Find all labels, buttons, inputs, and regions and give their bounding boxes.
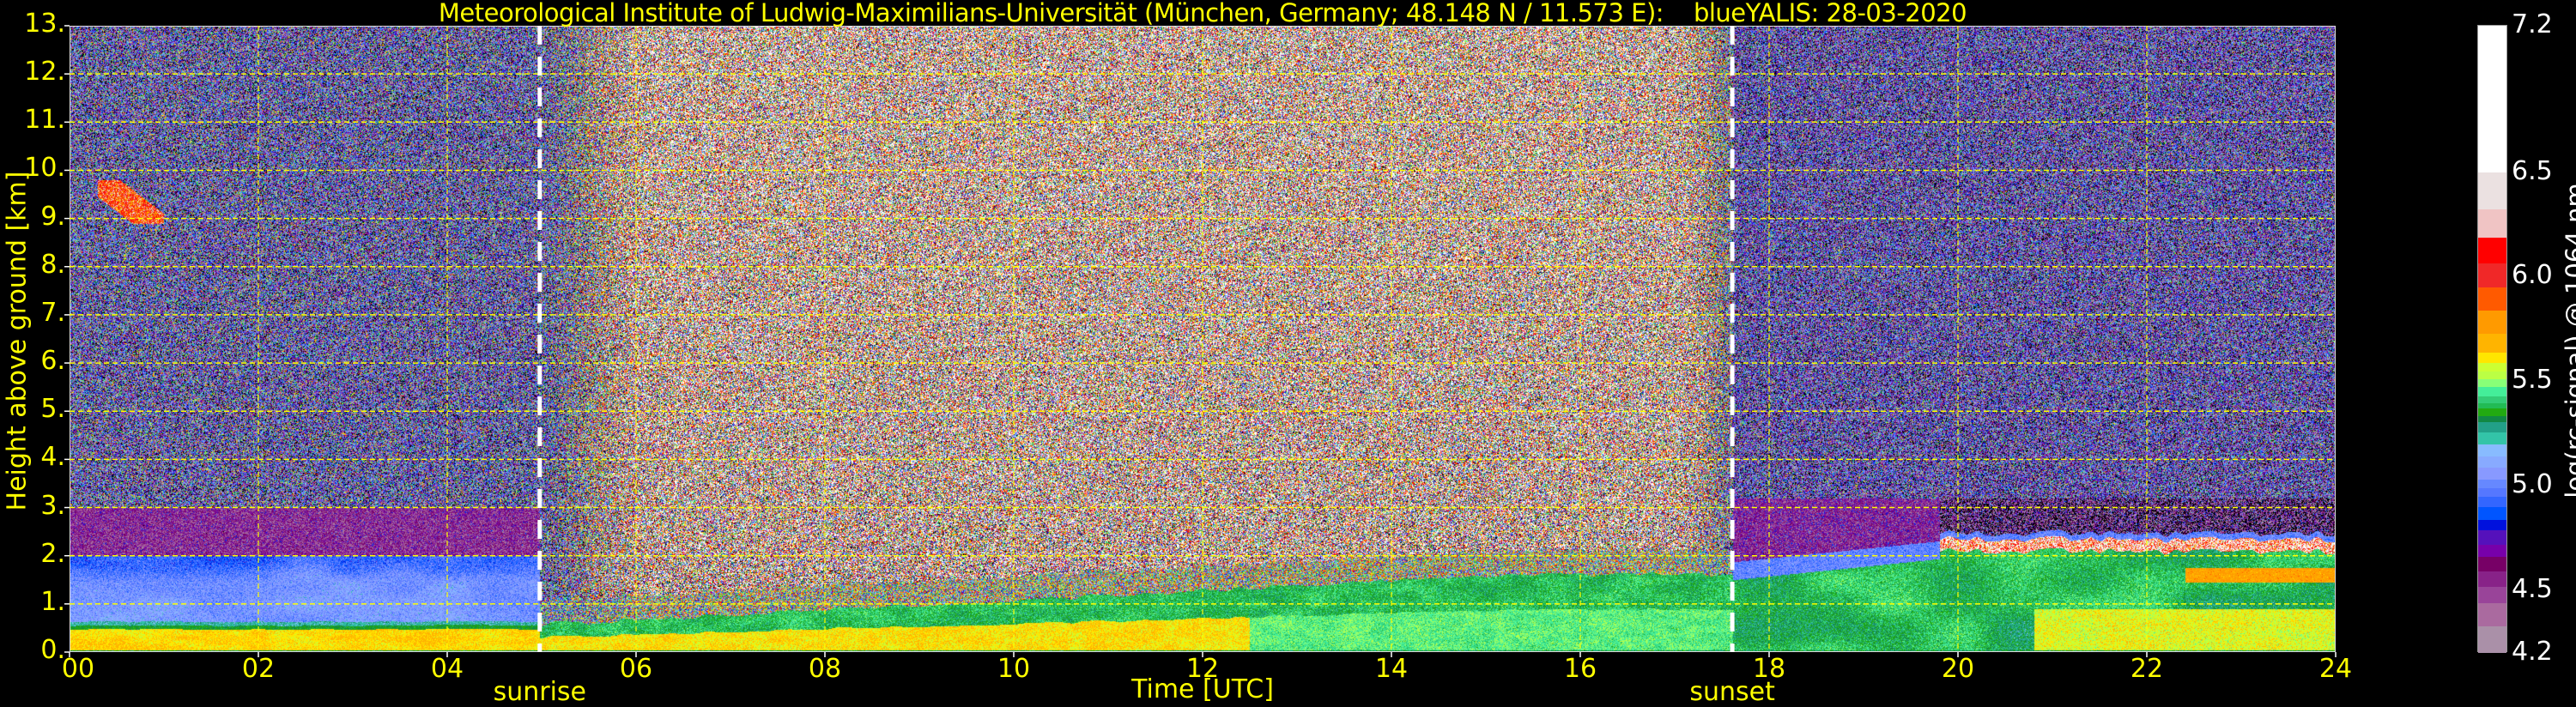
- x-tick-label: 00: [61, 654, 95, 684]
- y-tick-label: 5.: [40, 394, 65, 425]
- colorbar-level: [2478, 287, 2506, 311]
- y-tick-label: 9.: [40, 201, 65, 232]
- colorbar-level: [2478, 544, 2506, 558]
- y-tick-label: 13.: [24, 9, 65, 39]
- colorbar-level: [2478, 479, 2506, 488]
- colorbar-level: [2478, 310, 2506, 334]
- colorbar-tick-label: 6.0: [2512, 260, 2553, 291]
- x-tick-label: 14: [1374, 654, 1409, 684]
- y-tick-label: 7.: [40, 297, 65, 328]
- x-tick-label: 06: [619, 654, 653, 684]
- y-tick-label: 2.: [40, 538, 65, 569]
- y-tick-label: 12.: [24, 57, 65, 88]
- colorbar-level: [2478, 408, 2506, 416]
- sunset-label: sunset: [1689, 677, 1775, 707]
- y-tick-label: 3.: [40, 490, 65, 521]
- colorbar-level: [2478, 556, 2506, 572]
- colorbar-level: [2478, 396, 2506, 404]
- sunrise-label: sunrise: [493, 677, 587, 707]
- colorbar-tick-label: 7.2: [2512, 9, 2553, 39]
- x-tick-label: 16: [1563, 654, 1597, 684]
- colorbar-tick-label: 5.0: [2512, 469, 2553, 500]
- colorbar-tick-label: 6.5: [2512, 155, 2553, 186]
- colorbar-level: [2478, 421, 2506, 433]
- colorbar-level: [2478, 172, 2506, 209]
- colorbar-level: [2478, 519, 2506, 530]
- chart-title: Meteorological Institute of Ludwig-Maxim…: [438, 0, 1967, 27]
- colorbar-level: [2478, 456, 2506, 468]
- y-tick-label: 10.: [24, 153, 65, 184]
- y-tick-label: 8.: [40, 249, 65, 280]
- colorbar-level: [2478, 26, 2506, 173]
- colorbar-level: [2478, 415, 2506, 423]
- x-tick-label: 04: [430, 654, 464, 684]
- colorbar-level: [2478, 371, 2506, 380]
- colorbar-level: [2478, 362, 2506, 372]
- colorbar-level: [2478, 402, 2506, 409]
- y-tick-label: 11.: [24, 105, 65, 136]
- x-tick-label: 20: [1941, 654, 1975, 684]
- colorbar-tick-label: 4.2: [2512, 637, 2553, 667]
- y-tick-label: 6.: [40, 346, 65, 377]
- colorbar-level: [2478, 602, 2506, 626]
- colorbar-level: [2478, 586, 2506, 603]
- colorbar-level: [2478, 237, 2506, 264]
- x-tick-label: 10: [997, 654, 1031, 684]
- x-tick-label: 08: [808, 654, 842, 684]
- colorbar-level: [2478, 467, 2506, 480]
- colorbar-label: log(rc-signal) @ 1064 nm: [2561, 183, 2576, 499]
- y-axis-label: Height above ground [km]: [2, 171, 33, 511]
- y-tick-label: 4.: [40, 442, 65, 473]
- colorbar-tick-label: 4.5: [2512, 573, 2553, 604]
- x-tick-label: 12: [1185, 654, 1220, 684]
- colorbar-level: [2478, 571, 2506, 587]
- grid-overlay: [64, 25, 2337, 657]
- x-tick-label: 22: [2130, 654, 2164, 684]
- x-tick-label: 02: [241, 654, 276, 684]
- colorbar-level: [2478, 352, 2506, 363]
- colorbar-level: [2478, 506, 2506, 520]
- colorbar-level: [2478, 529, 2506, 545]
- colorbar-level: [2478, 263, 2506, 288]
- colorbar-level: [2478, 378, 2506, 387]
- colorbar-level: [2478, 208, 2506, 238]
- colorbar-level: [2478, 496, 2506, 507]
- colorbar-level: [2478, 432, 2506, 444]
- x-tick-label: 24: [2318, 654, 2353, 684]
- colorbar-level: [2478, 333, 2506, 353]
- y-tick-label: 1.: [40, 586, 65, 617]
- colorbar-level: [2478, 386, 2506, 396]
- colorbar-level: [2478, 625, 2506, 654]
- colorbar: [2477, 25, 2507, 654]
- colorbar-level: [2478, 444, 2506, 457]
- colorbar-level: [2478, 487, 2506, 497]
- colorbar-tick-label: 5.5: [2512, 365, 2553, 396]
